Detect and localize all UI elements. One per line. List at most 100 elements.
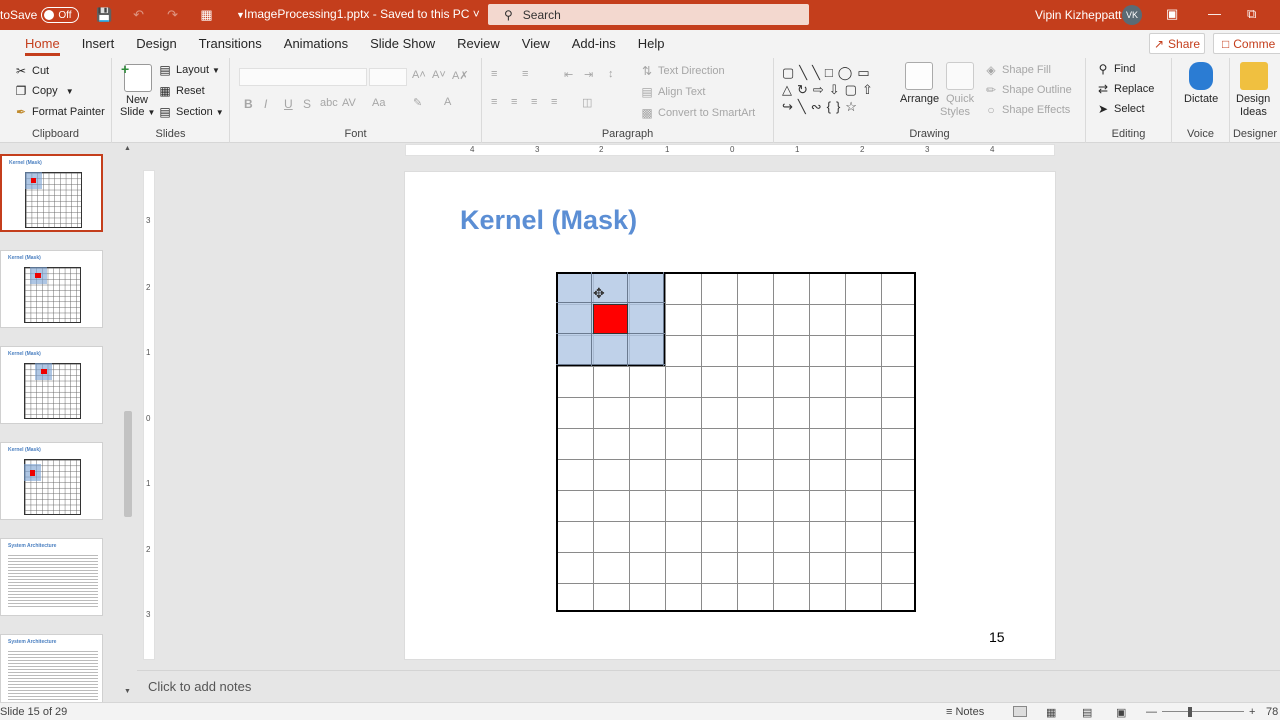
zoom-out-icon[interactable]: —	[1146, 706, 1157, 718]
zoom-slider-track[interactable]	[1162, 711, 1244, 712]
slide-thumbnail[interactable]: Kernel (Mask)	[0, 250, 103, 328]
align-text-button[interactable]: ▤ Align Text	[640, 85, 705, 99]
design-ideas-label-1[interactable]: Design	[1236, 93, 1270, 105]
scroll-down-icon[interactable]: ▼	[124, 688, 131, 695]
user-name[interactable]: Vipin Kizheppatt	[1035, 8, 1122, 22]
save-icon[interactable]: 💾	[96, 7, 112, 23]
tab-slide-show[interactable]: Slide Show	[359, 30, 446, 58]
minimize-icon[interactable]: —	[1208, 6, 1221, 21]
slide-thumbnail[interactable]: Kernel (Mask)	[0, 346, 103, 424]
italic-button[interactable]: I	[264, 97, 267, 111]
replace-button[interactable]: ⇄ Replace	[1096, 82, 1154, 96]
microphone-icon[interactable]	[1189, 62, 1213, 90]
tab-insert[interactable]: Insert	[71, 30, 126, 58]
char-spacing-button[interactable]: AV	[342, 97, 356, 109]
font-color-icon[interactable]: A	[444, 96, 451, 108]
shape-fill-button[interactable]: ◈ Shape Fill	[984, 63, 1051, 77]
kernel-center-cell[interactable]	[593, 304, 628, 334]
slide-thumbnail[interactable]: System Architecture	[0, 634, 103, 712]
shape-outline-button[interactable]: ✏ Shape Outline	[984, 83, 1072, 97]
find-button[interactable]: ⚲ Find	[1096, 62, 1136, 76]
tab-view[interactable]: View	[511, 30, 561, 58]
section-button[interactable]: ▤ Section ▼	[158, 105, 223, 119]
select-button[interactable]: ➤ Select	[1096, 102, 1145, 116]
undo-icon[interactable]: ↶	[131, 7, 147, 23]
line-spacing-icon[interactable]: ↕	[608, 68, 614, 80]
quick-styles-label-1[interactable]: Quick	[946, 93, 974, 105]
redo-icon[interactable]: ↷	[165, 7, 181, 23]
align-right-icon[interactable]: ≡	[531, 96, 537, 108]
slide-thumbnail[interactable]: Kernel (Mask)	[0, 154, 103, 232]
slideshow-icon[interactable]: ▣	[1116, 706, 1126, 719]
shadow-button[interactable]: S	[303, 97, 311, 111]
autosave-toggle[interactable]: Off	[41, 7, 79, 23]
shape-effects-button[interactable]: ○ Shape Effects	[984, 103, 1070, 117]
tab-animations[interactable]: Animations	[273, 30, 359, 58]
present-icon[interactable]: ▦	[199, 7, 215, 23]
smartart-button[interactable]: ▩ Convert to SmartArt	[640, 106, 755, 120]
restore-icon[interactable]: ⧉	[1247, 6, 1256, 22]
new-slide-icon[interactable]: +	[121, 61, 152, 92]
zoom-in-icon[interactable]: +	[1249, 706, 1255, 718]
dictate-button[interactable]: Dictate	[1184, 93, 1218, 105]
tab-help[interactable]: Help	[627, 30, 676, 58]
avatar[interactable]: VK	[1122, 5, 1142, 25]
grow-font-icon[interactable]: A˄	[412, 69, 426, 81]
reset-button[interactable]: ▦ Reset	[158, 84, 204, 98]
new-slide-label-1[interactable]: New	[126, 94, 148, 106]
change-case-button[interactable]: Aa	[372, 97, 385, 109]
text-direction-button[interactable]: ⇅ Text Direction	[640, 64, 725, 78]
decrease-indent-icon[interactable]: ⇤	[564, 68, 573, 81]
font-name-select[interactable]	[239, 68, 367, 86]
document-title[interactable]: ImageProcessing1.pptx - Saved to this PC…	[244, 7, 480, 21]
design-ideas-label-2[interactable]: Ideas	[1240, 106, 1267, 118]
ribbon-display-icon[interactable]: ▣	[1166, 6, 1178, 22]
share-button[interactable]: ↗ Share	[1149, 33, 1205, 54]
tab-transitions[interactable]: Transitions	[188, 30, 273, 58]
justify-icon[interactable]: ≡	[551, 96, 557, 108]
notes-toggle[interactable]: ≡ Notes	[946, 706, 984, 718]
slide-title[interactable]: Kernel (Mask)	[460, 205, 637, 236]
slide-canvas[interactable]: Kernel (Mask) ✥ 15	[404, 171, 1056, 660]
thumbnail-scrollbar[interactable]: ▲ ▼	[122, 143, 134, 703]
tab-add-ins[interactable]: Add-ins	[561, 30, 627, 58]
slide-thumbnail[interactable]: System Architecture	[0, 538, 103, 616]
shapes-gallery[interactable]: ▢╲╲□◯▭ △↻⇨⇩▢⇧ ↪╲∾{}☆	[782, 64, 894, 114]
strikethrough-icon[interactable]: abc	[320, 97, 338, 109]
quick-styles-icon[interactable]	[946, 62, 974, 90]
normal-view-icon[interactable]	[1013, 706, 1027, 717]
underline-button[interactable]: U	[284, 97, 293, 111]
highlight-icon[interactable]: ✎	[413, 96, 422, 109]
layout-button[interactable]: ▤ Layout ▼	[158, 63, 220, 77]
slide-thumbnail[interactable]: Kernel (Mask)	[0, 442, 103, 520]
new-slide-button[interactable]: Slide ▼	[120, 106, 155, 118]
design-ideas-icon[interactable]	[1240, 62, 1268, 90]
increase-indent-icon[interactable]: ⇥	[584, 68, 593, 81]
zoom-slider-thumb[interactable]	[1188, 707, 1192, 717]
tab-review[interactable]: Review	[446, 30, 511, 58]
bullets-icon[interactable]: ≡	[491, 68, 497, 80]
shrink-font-icon[interactable]: A˅	[432, 69, 446, 81]
comments-button[interactable]: □ Comme	[1213, 33, 1280, 54]
align-center-icon[interactable]: ≡	[511, 96, 517, 108]
font-size-select[interactable]	[369, 68, 407, 86]
scroll-thumb[interactable]	[124, 411, 132, 517]
format-painter-button[interactable]: ✒ Format Painter	[14, 105, 105, 119]
arrange-button[interactable]: Arrange	[900, 93, 939, 105]
bold-button[interactable]: B	[244, 97, 253, 111]
arrange-icon[interactable]	[905, 62, 933, 90]
reading-view-icon[interactable]: ▤	[1082, 706, 1092, 719]
scroll-up-icon[interactable]: ▲	[124, 145, 131, 152]
numbering-icon[interactable]: ≡	[522, 68, 528, 80]
search-input[interactable]: ⚲ Search	[488, 4, 809, 25]
clear-format-icon[interactable]: A✗	[452, 69, 469, 82]
zoom-level[interactable]: 78	[1266, 706, 1278, 718]
notes-pane[interactable]: Click to add notes	[137, 670, 1280, 702]
columns-icon[interactable]: ◫	[582, 96, 592, 109]
align-left-icon[interactable]: ≡	[491, 96, 497, 108]
tab-home[interactable]: Home	[14, 30, 71, 58]
copy-button[interactable]: ❐ Copy ▼	[14, 84, 74, 98]
slide-sorter-icon[interactable]: ▦	[1046, 706, 1056, 719]
tab-design[interactable]: Design	[125, 30, 187, 58]
quick-styles-label-2[interactable]: Styles	[940, 106, 970, 118]
